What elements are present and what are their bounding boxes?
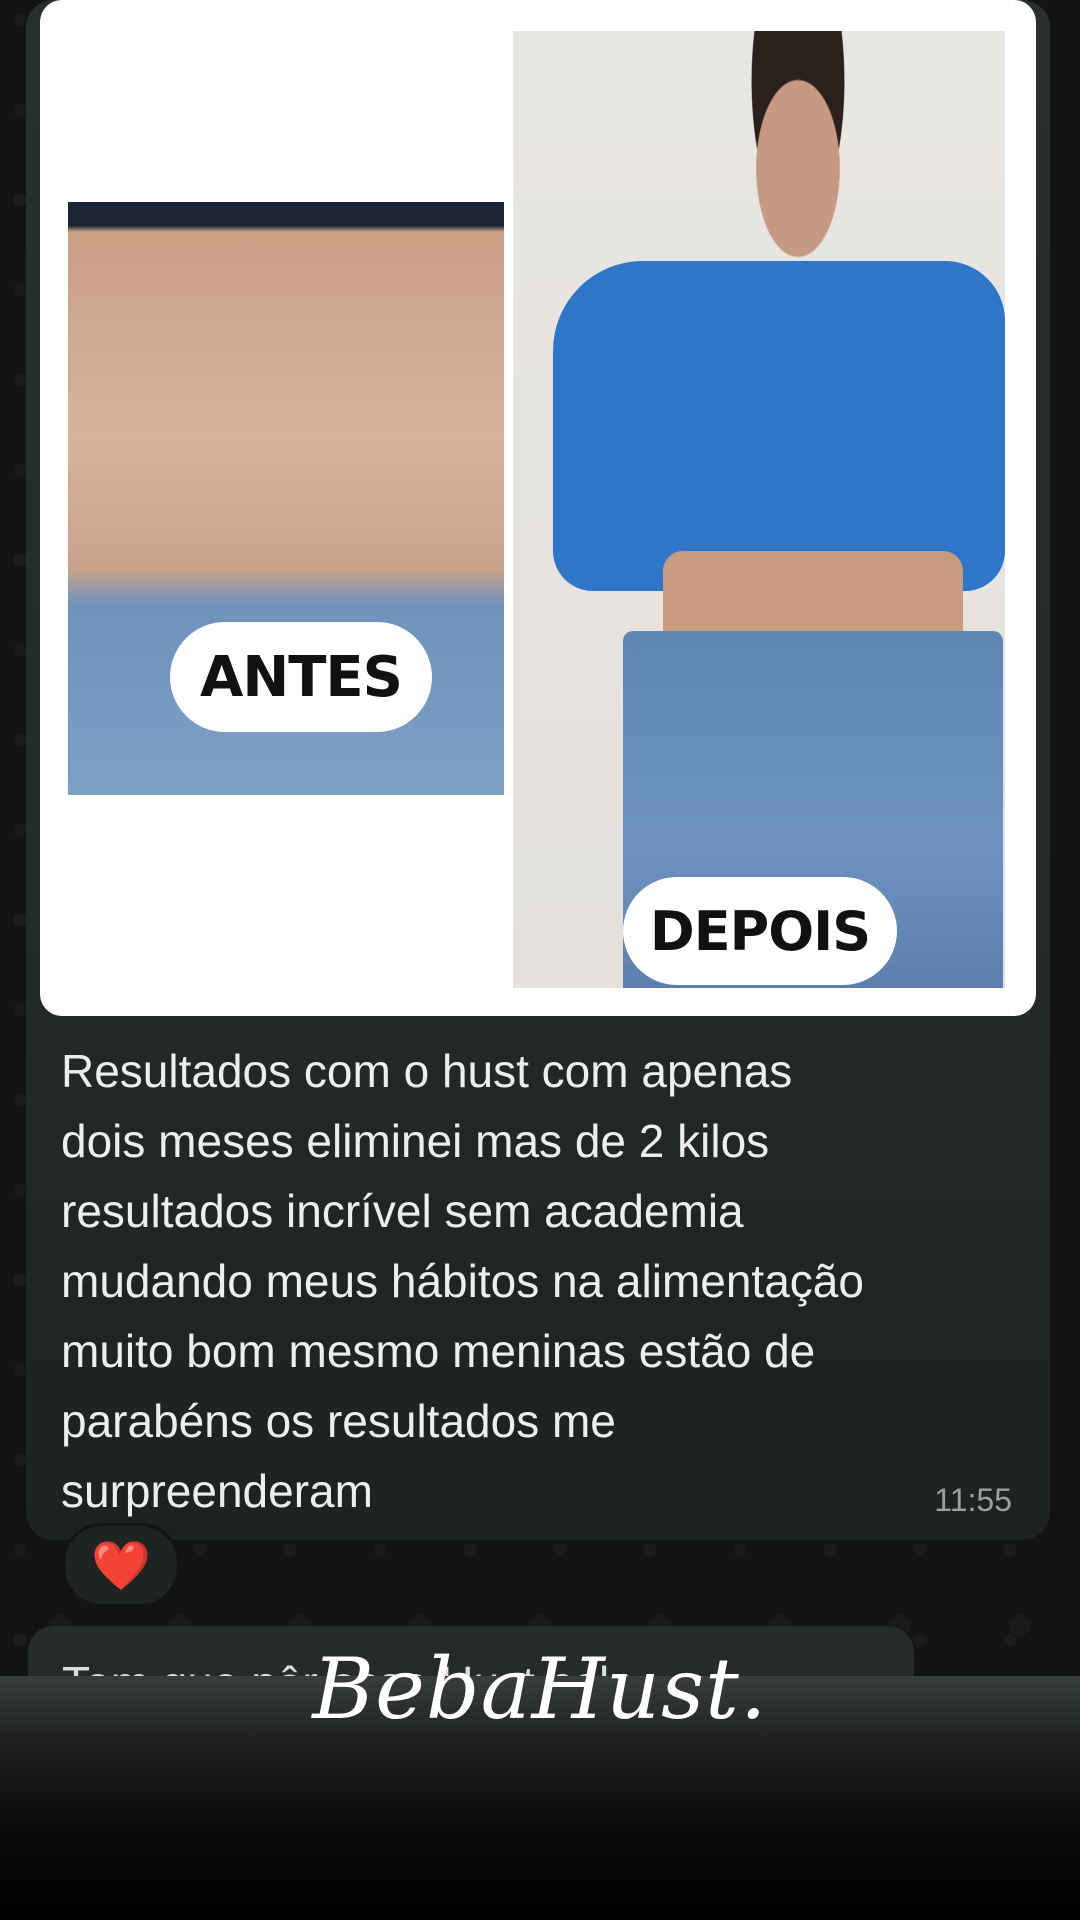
message-line: surpreenderam <box>61 1465 373 1517</box>
brand-caption: BebaHust. <box>312 1640 768 1738</box>
heart-icon: ❤️ <box>91 1539 151 1593</box>
before-label: ANTES <box>170 622 432 732</box>
message-line: muito bom mesmo meninas estão de <box>61 1325 816 1377</box>
message-line: dois meses eliminei mas de 2 kilos <box>61 1115 770 1167</box>
before-photo: ANTES <box>68 202 504 795</box>
message-text: Resultados com o hust com apenas dois me… <box>61 1036 1011 1526</box>
heart-reaction[interactable]: ❤️ <box>62 1523 180 1607</box>
after-photo: DEPOIS <box>513 31 1005 988</box>
message-timestamp: 11:55 <box>934 1482 1012 1518</box>
message-line: resultados incrível sem academia <box>61 1185 744 1237</box>
message-image[interactable]: ANTES DEPOIS <box>40 0 1036 1016</box>
message-line: Resultados com o hust com apenas <box>61 1045 793 1097</box>
after-label: DEPOIS <box>623 877 897 985</box>
message-line: parabéns os resultados me <box>61 1395 616 1447</box>
after-photo-shirt <box>553 261 1005 591</box>
message-line: mudando meus hábitos na alimentação <box>61 1255 864 1307</box>
after-photo-head <box>733 31 863 281</box>
